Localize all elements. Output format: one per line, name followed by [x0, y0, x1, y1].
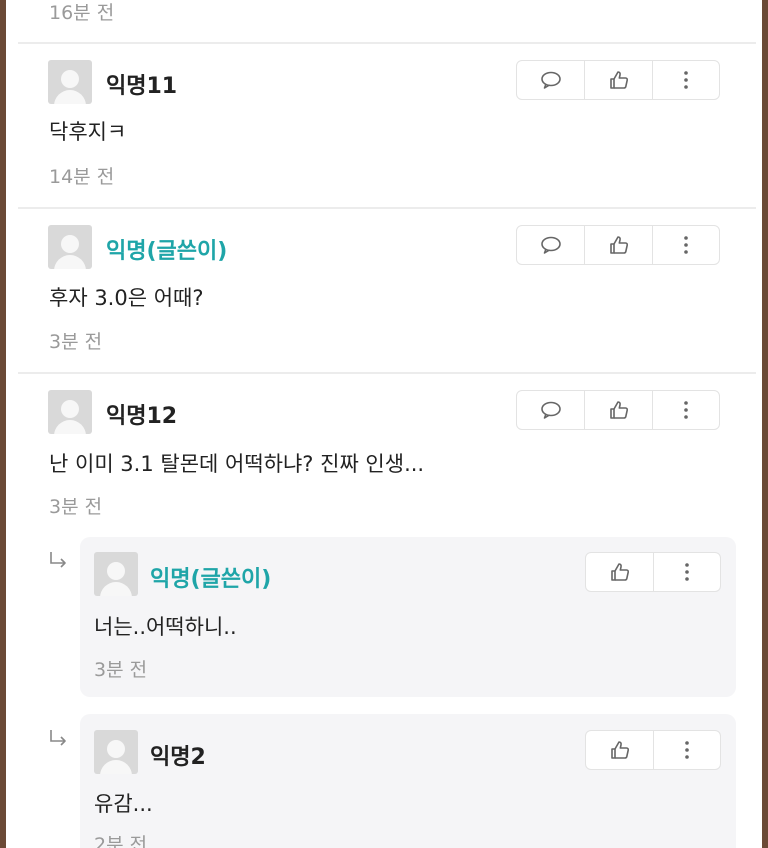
- reply-item: 익명(글쓴이) 너는..어떡하니.. 3분 전: [80, 537, 736, 697]
- reply-actions: [585, 552, 721, 592]
- like-button[interactable]: [584, 61, 651, 99]
- comment-text: 닥후지ㅋ: [49, 120, 127, 144]
- thumbs-up-icon: [609, 71, 628, 89]
- divider: [18, 207, 756, 209]
- reply-author-name[interactable]: 익명2: [150, 739, 206, 771]
- more-button[interactable]: [651, 226, 719, 264]
- divider: [18, 42, 756, 44]
- comment-time: 14분 전: [49, 166, 115, 188]
- speech-bubble-icon: [540, 401, 561, 419]
- reply-arrow-icon: [50, 552, 66, 568]
- comment-time: 3분 전: [49, 331, 103, 353]
- comment-author-name[interactable]: 익명11: [106, 68, 177, 100]
- more-vertical-icon: [685, 563, 689, 581]
- comment-time: 16분 전: [49, 2, 115, 24]
- reply-button[interactable]: [517, 226, 584, 264]
- more-vertical-icon: [684, 71, 688, 89]
- thumbs-up-icon: [609, 236, 628, 254]
- reply-time: 2분 전: [94, 834, 148, 848]
- reply-button[interactable]: [517, 61, 584, 99]
- like-button[interactable]: [584, 391, 651, 429]
- comment-text: 후자 3.0은 어때?: [49, 286, 204, 310]
- reply-time: 3분 전: [94, 659, 148, 681]
- more-button[interactable]: [651, 391, 719, 429]
- avatar[interactable]: [48, 225, 92, 269]
- more-vertical-icon: [684, 236, 688, 254]
- thumbs-up-icon: [610, 563, 629, 581]
- avatar[interactable]: [94, 730, 138, 774]
- comment-actions: [516, 225, 720, 265]
- like-button[interactable]: [586, 731, 653, 769]
- reply-author-name[interactable]: 익명(글쓴이): [150, 561, 271, 593]
- reply-button[interactable]: [517, 391, 584, 429]
- thumbs-up-icon: [609, 401, 628, 419]
- comment-actions: [516, 390, 720, 430]
- more-button[interactable]: [653, 553, 720, 591]
- more-vertical-icon: [685, 741, 689, 759]
- reply-text: 유감...: [94, 792, 153, 816]
- reply-actions: [585, 730, 721, 770]
- avatar[interactable]: [94, 552, 138, 596]
- comment-actions: [516, 60, 720, 100]
- more-button[interactable]: [651, 61, 719, 99]
- comment-list-screen: 16분 전 익명11 닥후지ㅋ 14분 전 익명(글쓴이) 후자 3.0은 어때…: [6, 0, 762, 848]
- comment-author-name[interactable]: 익명12: [106, 398, 177, 430]
- thumbs-up-icon: [610, 741, 629, 759]
- like-button[interactable]: [584, 226, 651, 264]
- like-button[interactable]: [586, 553, 653, 591]
- avatar[interactable]: [48, 60, 92, 104]
- reply-text: 너는..어떡하니..: [94, 615, 237, 639]
- more-button[interactable]: [653, 731, 720, 769]
- reply-arrow-icon: [50, 730, 66, 746]
- reply-item: 익명2 유감... 2분 전: [80, 714, 736, 848]
- speech-bubble-icon: [540, 236, 561, 254]
- comment-author-name[interactable]: 익명(글쓴이): [106, 233, 227, 265]
- speech-bubble-icon: [540, 71, 561, 89]
- avatar[interactable]: [48, 390, 92, 434]
- comment-time: 3분 전: [49, 496, 103, 518]
- divider: [18, 372, 756, 374]
- comment-text: 난 이미 3.1 탈몬데 어떡하냐? 진짜 인생...: [49, 452, 425, 476]
- more-vertical-icon: [684, 401, 688, 419]
